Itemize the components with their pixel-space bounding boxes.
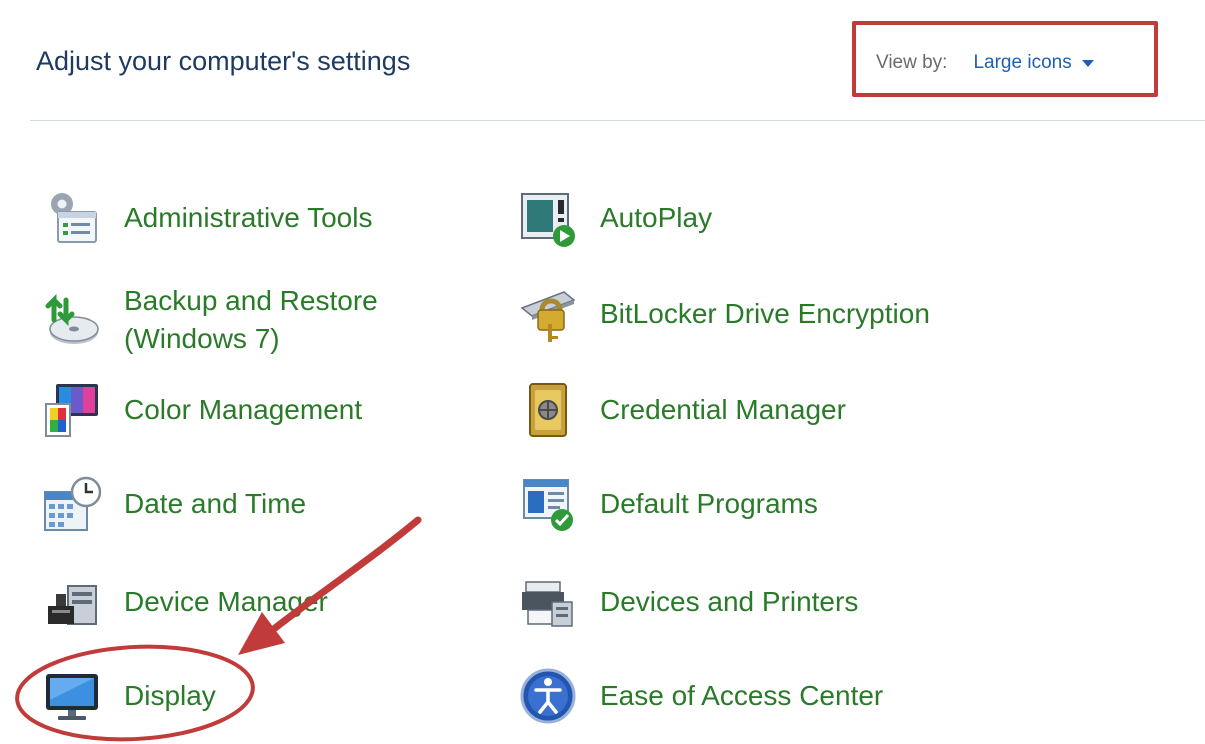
page-title: Adjust your computer's settings — [36, 46, 411, 76]
ease-of-access-icon — [516, 664, 580, 728]
color-management-icon — [40, 378, 104, 442]
item-default-programs[interactable]: Default Programs — [516, 472, 818, 536]
item-label: AutoPlay — [600, 201, 713, 233]
autoplay-icon — [516, 186, 580, 250]
item-administrative-tools[interactable]: Administrative Tools — [40, 186, 372, 250]
item-date-and-time[interactable]: Date and Time — [40, 472, 306, 536]
item-ease-of-access-center[interactable]: Ease of Access Center — [516, 664, 883, 728]
display-icon — [40, 664, 104, 728]
default-programs-icon — [516, 472, 580, 536]
administrative-tools-icon — [40, 186, 104, 250]
item-label: Date and Time — [124, 487, 307, 519]
item-label-line-1: Backup and Restore — [124, 285, 378, 316]
item-label: Ease of Access Center — [600, 679, 884, 711]
date-and-time-icon — [40, 472, 104, 536]
item-color-management[interactable]: Color Management — [40, 378, 362, 442]
item-label: Display — [124, 679, 216, 711]
item-label: Color Management — [124, 393, 363, 425]
item-label: Device Manager — [124, 585, 328, 617]
item-label: Devices and Printers — [600, 585, 859, 617]
credential-manager-icon — [516, 378, 580, 442]
backup-and-restore-icon — [40, 288, 104, 352]
item-autoplay[interactable]: AutoPlay — [516, 186, 712, 250]
item-display[interactable]: Display — [40, 664, 216, 728]
item-credential-manager[interactable]: Credential Manager — [516, 378, 846, 442]
item-bitlocker-drive-encryption[interactable]: BitLocker Drive Encryption — [516, 282, 930, 346]
item-label: Credential Manager — [600, 393, 846, 425]
highlight-box-annotation — [852, 21, 1158, 97]
item-label: Default Programs — [600, 487, 818, 519]
device-manager-icon — [40, 570, 104, 634]
devices-and-printers-icon — [516, 570, 580, 634]
bitlocker-icon — [516, 282, 580, 346]
item-devices-and-printers[interactable]: Devices and Printers — [516, 570, 858, 634]
item-device-manager[interactable]: Device Manager — [40, 570, 328, 634]
header-divider — [30, 120, 1205, 121]
item-backup-and-restore[interactable]: Backup and Restore (Windows 7) — [40, 282, 378, 358]
item-label: Administrative Tools — [124, 201, 373, 233]
item-label: BitLocker Drive Encryption — [600, 297, 930, 329]
item-label-line-2: (Windows 7) — [124, 323, 280, 355]
